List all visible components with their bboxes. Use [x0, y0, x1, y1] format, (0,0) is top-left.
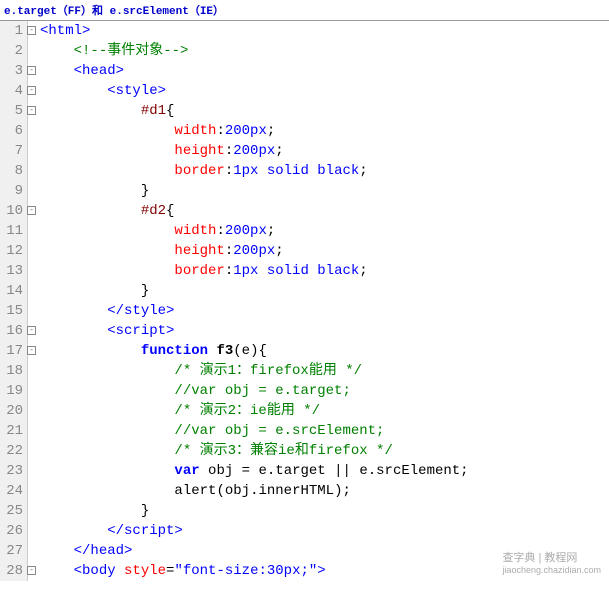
fold-marker-icon[interactable]: - [27, 106, 36, 115]
line-number: 24 [0, 481, 27, 501]
code-line: /* 演示2：ie能用 */ [40, 401, 609, 421]
code-editor: 1-23-4-5-678910-111213141516-17-18192021… [0, 20, 609, 581]
line-number: 18 [0, 361, 27, 381]
line-number: 9 [0, 181, 27, 201]
line-number: 2 [0, 41, 27, 61]
line-number: 7 [0, 141, 27, 161]
code-line: </head> [40, 541, 609, 561]
code-line: <html> [40, 21, 609, 41]
line-number: 23 [0, 461, 27, 481]
code-line: var obj = e.target || e.srcElement; [40, 461, 609, 481]
code-line: border:1px solid black; [40, 161, 609, 181]
code-line: </script> [40, 521, 609, 541]
line-number: 8 [0, 161, 27, 181]
code-line: border:1px solid black; [40, 261, 609, 281]
code-line: //var obj = e.target; [40, 381, 609, 401]
line-number: 11 [0, 221, 27, 241]
code-line: <!--事件对象--> [40, 41, 609, 61]
line-number: 21 [0, 421, 27, 441]
code-line: <style> [40, 81, 609, 101]
line-number: 1- [0, 21, 27, 41]
code-line: #d2{ [40, 201, 609, 221]
line-number: 4- [0, 81, 27, 101]
line-number-gutter: 1-23-4-5-678910-111213141516-17-18192021… [0, 21, 28, 581]
fold-marker-icon[interactable]: - [27, 86, 36, 95]
line-number: 3- [0, 61, 27, 81]
code-line: } [40, 281, 609, 301]
line-number: 19 [0, 381, 27, 401]
line-number: 13 [0, 261, 27, 281]
fold-marker-icon[interactable]: - [27, 66, 36, 75]
code-line: width:200px; [40, 221, 609, 241]
line-number: 27 [0, 541, 27, 561]
line-number: 17- [0, 341, 27, 361]
line-number: 6 [0, 121, 27, 141]
fold-marker-icon[interactable]: - [27, 26, 36, 35]
code-line: /* 演示1：firefox能用 */ [40, 361, 609, 381]
code-content[interactable]: <html> <!--事件对象--> <head> <style> #d1{ w… [28, 21, 609, 581]
code-line: width:200px; [40, 121, 609, 141]
fold-marker-icon[interactable]: - [27, 206, 36, 215]
header-text: e.target（FF）和 e.srcElement（IE） [0, 0, 609, 20]
code-line: function f3(e){ [40, 341, 609, 361]
code-line: /* 演示3：兼容ie和firefox */ [40, 441, 609, 461]
line-number: 20 [0, 401, 27, 421]
code-line: alert(obj.innerHTML); [40, 481, 609, 501]
line-number: 28- [0, 561, 27, 581]
code-line: } [40, 501, 609, 521]
fold-marker-icon[interactable]: - [27, 346, 36, 355]
line-number: 15 [0, 301, 27, 321]
code-line: } [40, 181, 609, 201]
code-line: <body style="font-size:30px;"> [40, 561, 609, 581]
line-number: 10- [0, 201, 27, 221]
line-number: 14 [0, 281, 27, 301]
code-line: height:200px; [40, 141, 609, 161]
line-number: 12 [0, 241, 27, 261]
code-line: <head> [40, 61, 609, 81]
line-number: 25 [0, 501, 27, 521]
line-number: 26 [0, 521, 27, 541]
code-line: height:200px; [40, 241, 609, 261]
line-number: 5- [0, 101, 27, 121]
fold-marker-icon[interactable]: - [27, 566, 36, 575]
code-line: #d1{ [40, 101, 609, 121]
line-number: 22 [0, 441, 27, 461]
line-number: 16- [0, 321, 27, 341]
code-line: <script> [40, 321, 609, 341]
fold-marker-icon[interactable]: - [27, 326, 36, 335]
code-line: //var obj = e.srcElement; [40, 421, 609, 441]
code-line: </style> [40, 301, 609, 321]
